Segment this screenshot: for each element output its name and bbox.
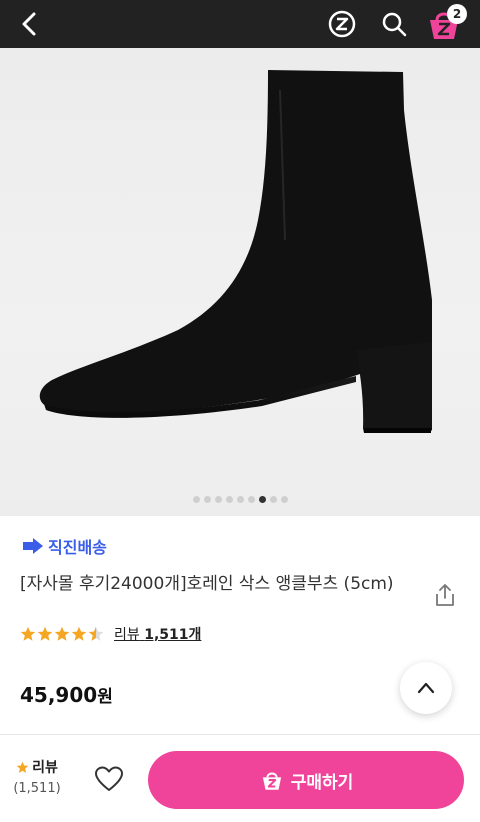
star-icon <box>16 761 29 773</box>
product-title: [자사몰 후기24000개]호레인 삭스 앵클부츠 (5cm) <box>20 574 394 594</box>
pagination-dot-active[interactable] <box>258 496 266 503</box>
buy-button-label: 구매하기 <box>290 772 354 793</box>
price-currency: 원 <box>97 687 113 707</box>
product-image[interactable] <box>0 48 480 516</box>
price: 45,900원 <box>20 682 113 707</box>
image-pagination <box>0 496 480 506</box>
heart-icon <box>95 766 123 791</box>
review-link-label: 리뷰 <box>114 627 140 643</box>
bottom-review-label: 리뷰 <box>32 760 58 776</box>
delivery-label: 직진배송 <box>48 538 107 557</box>
buy-button[interactable]: 구매하기 <box>148 751 464 809</box>
search-button[interactable] <box>378 8 410 40</box>
shopping-bag-icon <box>262 772 281 790</box>
star-full-icon <box>54 626 70 641</box>
review-link-count: 1,511개 <box>144 627 202 643</box>
share-icon <box>436 584 454 606</box>
chevron-left-icon <box>22 12 36 36</box>
bottom-review-button[interactable]: 리뷰 (1,511) <box>12 757 62 796</box>
star-half-icon <box>88 626 104 641</box>
wishlist-button[interactable] <box>94 765 124 793</box>
pagination-dot[interactable] <box>214 496 222 503</box>
search-icon <box>382 12 407 37</box>
star-full-icon <box>20 626 36 641</box>
zigzag-z-button[interactable] <box>326 8 358 40</box>
star-full-icon <box>71 626 87 641</box>
pagination-dot[interactable] <box>236 496 244 503</box>
bottom-action-bar: 리뷰 (1,511) 구매하기 <box>0 735 480 822</box>
direct-delivery-badge: 직진배송 <box>22 534 107 558</box>
bottom-review-header: 리뷰 <box>12 757 62 777</box>
star-full-icon <box>37 626 53 641</box>
bottom-review-count: (1,511) <box>13 781 61 796</box>
scroll-to-top-button[interactable] <box>400 662 452 714</box>
pagination-dot[interactable] <box>269 496 277 503</box>
pagination-dot[interactable] <box>225 496 233 503</box>
pagination-dot[interactable] <box>203 496 211 503</box>
ankle-boot-image <box>39 70 432 433</box>
pagination-dot[interactable] <box>280 496 288 503</box>
share-button[interactable] <box>432 582 458 608</box>
back-button[interactable] <box>14 8 46 40</box>
pagination-dot[interactable] <box>192 496 200 503</box>
arrow-right-icon <box>23 538 43 554</box>
review-link[interactable]: 리뷰 1,511개 <box>114 624 201 644</box>
chevron-up-icon <box>417 682 435 694</box>
pagination-dot[interactable] <box>247 496 255 503</box>
rating-row: 리뷰 1,511개 <box>20 624 201 644</box>
cart-count-badge: 2 <box>447 4 467 24</box>
top-bar: 2 <box>0 0 480 48</box>
zigzag-z-icon <box>328 10 356 38</box>
star-rating <box>20 626 104 642</box>
price-value: 45,900 <box>20 683 98 707</box>
